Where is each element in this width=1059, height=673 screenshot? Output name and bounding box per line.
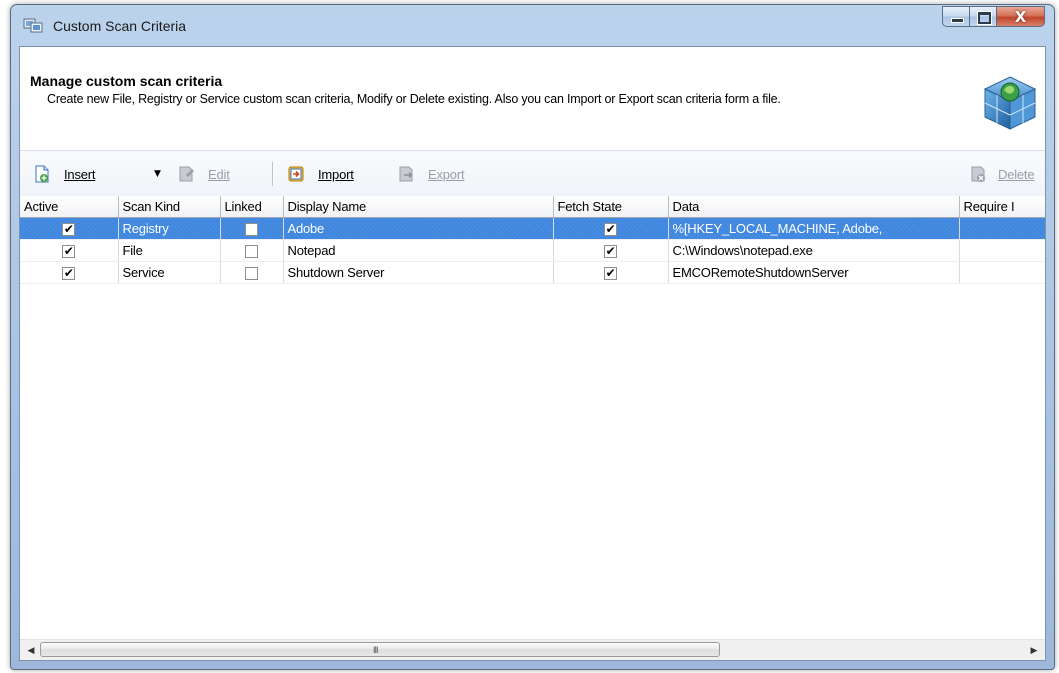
- import-label: Import: [318, 166, 354, 182]
- cell-scan-kind: Service: [118, 261, 221, 284]
- column-header-display-name[interactable]: Display Name: [283, 196, 554, 218]
- table-row[interactable]: ✔ File Notepad ✔ C:\Windows\notepad.exe: [20, 239, 1045, 262]
- cell-require: [959, 217, 1045, 240]
- cell-require: [959, 239, 1045, 262]
- table-row[interactable]: ✔ Registry Adobe ✔ %[HKEY_LOCAL_MACHINE, Ado…: [20, 217, 1045, 240]
- table-header-row: Active Scan Kind Linked Display Name Fet…: [20, 196, 1045, 218]
- active-checkbox[interactable]: ✔: [62, 223, 76, 237]
- export-icon: [399, 166, 413, 182]
- close-icon: X: [1014, 8, 1027, 26]
- toolbar: Insert ▼ Edit Import Export Delete: [20, 150, 1045, 197]
- delete-label: Delete: [998, 166, 1035, 182]
- cell-data: C:\Windows\notepad.exe: [668, 239, 960, 262]
- cell-linked: [220, 239, 284, 262]
- scroll-right-icon[interactable]: ▶: [1026, 642, 1042, 658]
- column-header-fetch-state[interactable]: Fetch State: [553, 196, 669, 218]
- import-icon: [288, 166, 304, 182]
- cell-active: ✔: [20, 261, 119, 284]
- export-label: Export: [428, 166, 465, 182]
- fetch-state-checkbox[interactable]: ✔: [604, 267, 617, 281]
- insert-dropdown-button[interactable]: ▼: [154, 163, 161, 185]
- delete-button[interactable]: Delete: [970, 163, 1035, 185]
- dialog-header: Manage custom scan criteria Create new F…: [20, 47, 1045, 149]
- linked-checkbox[interactable]: [245, 245, 258, 259]
- column-header-active[interactable]: Active: [20, 196, 119, 218]
- scan-criteria-table: Active Scan Kind Linked Display Name Fet…: [20, 196, 1045, 284]
- export-button[interactable]: Export: [398, 163, 465, 185]
- fetch-state-checkbox[interactable]: ✔: [604, 223, 617, 237]
- cell-linked: [220, 217, 284, 240]
- cell-linked: [220, 261, 284, 284]
- insert-document-icon: [35, 165, 49, 183]
- scrollbar-thumb[interactable]: III: [40, 642, 720, 657]
- minimize-button[interactable]: [942, 6, 970, 27]
- import-button[interactable]: Import: [288, 163, 354, 185]
- minimize-icon: [951, 18, 964, 23]
- edit-icon: [179, 166, 194, 182]
- edit-label: Edit: [208, 166, 230, 182]
- custom-scan-criteria-window: Custom Scan Criteria X Manage custom sca…: [10, 4, 1055, 670]
- fetch-state-checkbox[interactable]: ✔: [604, 245, 617, 259]
- linked-checkbox[interactable]: [245, 267, 258, 281]
- cell-display-name: Shutdown Server: [283, 261, 554, 284]
- cell-display-name: Adobe: [283, 217, 554, 240]
- header-description: Create new File, Registry or Service cus…: [47, 92, 781, 106]
- cell-fetch-state: ✔: [553, 239, 669, 262]
- title-bar[interactable]: Custom Scan Criteria X: [11, 5, 1054, 45]
- cell-active: ✔: [20, 217, 119, 240]
- edit-button[interactable]: Edit: [178, 163, 230, 185]
- horizontal-scrollbar[interactable]: ◀ III ▶: [20, 639, 1045, 660]
- dialog-client-area: Manage custom scan criteria Create new F…: [19, 46, 1046, 661]
- cell-scan-kind: Registry: [118, 217, 221, 240]
- table-body: ✔ Registry Adobe ✔ %[HKEY_LOCAL_MACHINE, Ado…: [20, 217, 1045, 284]
- cell-data: %[HKEY_LOCAL_MACHINE, Adobe,: [668, 217, 960, 240]
- toolbar-separator: [272, 162, 274, 186]
- cell-fetch-state: ✔: [553, 217, 669, 240]
- scroll-left-icon[interactable]: ◀: [23, 642, 39, 658]
- cell-data: EMCORemoteShutdownServer: [668, 261, 960, 284]
- insert-label: Insert: [64, 166, 96, 182]
- window-title: Custom Scan Criteria: [53, 18, 187, 34]
- maximize-button[interactable]: [970, 6, 997, 27]
- active-checkbox[interactable]: ✔: [62, 267, 76, 281]
- chevron-down-icon: ▼: [154, 169, 161, 179]
- column-header-require[interactable]: Require I: [959, 196, 1045, 218]
- app-icon: [23, 18, 43, 33]
- linked-checkbox[interactable]: [245, 223, 258, 237]
- cell-fetch-state: ✔: [553, 261, 669, 284]
- scan-criteria-grid[interactable]: Active Scan Kind Linked Display Name Fet…: [20, 196, 1045, 660]
- cell-display-name: Notepad: [283, 239, 554, 262]
- scan-criteria-icon: [983, 76, 1037, 130]
- maximize-icon: [977, 11, 992, 25]
- cell-scan-kind: File: [118, 239, 221, 262]
- delete-icon: [971, 166, 985, 182]
- cell-require: [959, 261, 1045, 284]
- table-row[interactable]: ✔ Service Shutdown Server ✔ EMCORemoteShutdo…: [20, 261, 1045, 284]
- window-controls: X: [942, 6, 1045, 28]
- active-checkbox[interactable]: ✔: [62, 245, 76, 259]
- cell-active: ✔: [20, 239, 119, 262]
- insert-button[interactable]: Insert: [34, 163, 96, 185]
- column-header-data[interactable]: Data: [668, 196, 960, 218]
- column-header-scan-kind[interactable]: Scan Kind: [118, 196, 221, 218]
- close-button[interactable]: X: [997, 6, 1045, 27]
- column-header-linked[interactable]: Linked: [220, 196, 284, 218]
- header-title: Manage custom scan criteria: [30, 73, 223, 89]
- scrollbar-grip: III: [373, 645, 378, 655]
